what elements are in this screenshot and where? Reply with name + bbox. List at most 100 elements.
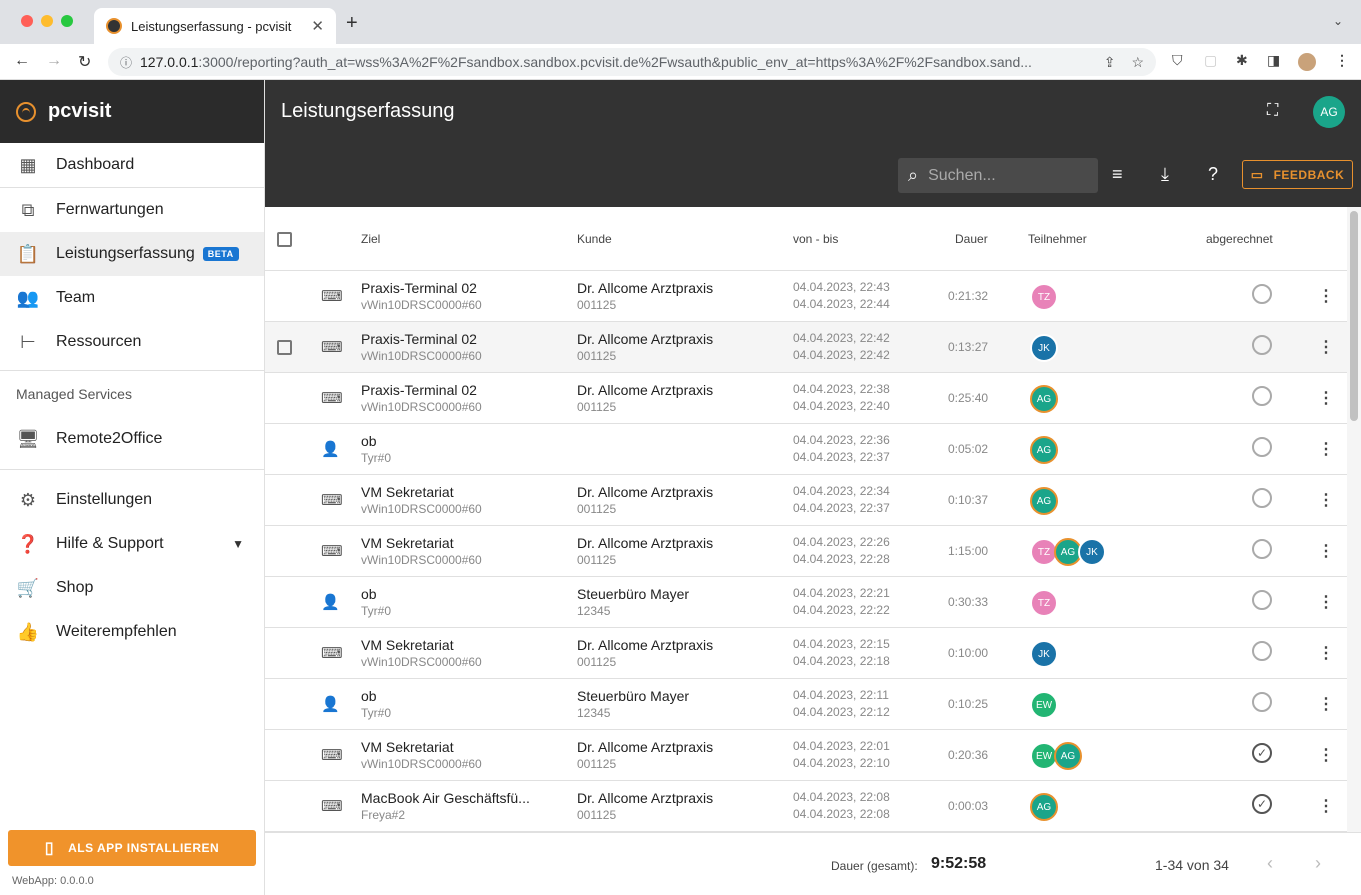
close-window-button[interactable]	[21, 15, 33, 27]
next-page-icon[interactable]: ›	[1315, 853, 1321, 874]
customer-name: Steuerbüro Mayer	[577, 586, 690, 602]
browser-menu-icon[interactable]: ⋮	[1335, 52, 1349, 69]
more-vert-icon[interactable]: ⋮	[1318, 541, 1334, 561]
unbilled-circle-icon[interactable]	[1252, 386, 1272, 406]
maximize-window-button[interactable]	[61, 15, 73, 27]
sidebar-item-leistungserfassung[interactable]: 📋 Leistungserfassung BETA	[0, 232, 264, 276]
more-vert-icon[interactable]: ⋮	[1318, 592, 1334, 612]
col-teilnehmer[interactable]: Teilnehmer	[1028, 232, 1087, 246]
install-app-icon: ▯	[44, 840, 55, 857]
profile-avatar[interactable]	[1298, 53, 1316, 71]
table-row[interactable]: 👤 ob Tyr#0 04.04.2023, 22:36 04.04.2023, 22:…	[265, 424, 1347, 475]
participant-avatar: AG	[1030, 436, 1058, 464]
unbilled-circle-icon[interactable]	[1252, 692, 1272, 712]
help-circle-icon[interactable]: ?	[1208, 164, 1218, 185]
filter-icon[interactable]: ≡	[1112, 164, 1123, 185]
prev-page-icon[interactable]: ‹	[1267, 853, 1273, 874]
sidebar-item-ressourcen[interactable]: ⊢ Ressourcen	[0, 320, 264, 364]
unbilled-circle-icon[interactable]	[1252, 335, 1272, 355]
table-row[interactable]: ⌨ MacBook Air Geschäftsfü... Freya#2 Dr. Al…	[265, 781, 1347, 832]
feedback-button[interactable]: ▭ FEEDBACK	[1242, 160, 1353, 189]
select-all-checkbox[interactable]	[277, 232, 292, 247]
install-app-button[interactable]: ▯ ALS APP INSTALLIEREN	[8, 830, 256, 866]
monitor-icon: 🖥	[16, 428, 40, 449]
col-dauer[interactable]: Dauer	[955, 232, 988, 246]
unbilled-circle-icon[interactable]	[1252, 539, 1272, 559]
sidebar-item-remote2office[interactable]: 🖥 Remote2Office	[0, 417, 264, 461]
unbilled-circle-icon[interactable]	[1252, 284, 1272, 304]
browser-tab[interactable]: Leistungserfassung - pcvisit ✕	[94, 8, 336, 44]
col-ziel[interactable]: Ziel	[361, 232, 380, 246]
table-row[interactable]: ⌨ VM Sekretariat vWin10DRSC0000#60 Dr. Allc…	[265, 730, 1347, 781]
unbilled-circle-icon[interactable]	[1252, 488, 1272, 508]
fullscreen-icon[interactable]: ⛶	[1267, 102, 1285, 120]
table-row[interactable]: ⌨ Praxis-Terminal 02 vWin10DRSC0000#60 Dr. …	[265, 322, 1347, 373]
customer-number: 001125	[577, 502, 617, 516]
forward-icon[interactable]: →	[46, 52, 62, 70]
more-vert-icon[interactable]: ⋮	[1318, 643, 1334, 663]
more-vert-icon[interactable]: ⋮	[1318, 388, 1334, 408]
billed-check-icon[interactable]: ✓	[1252, 794, 1272, 814]
table-row[interactable]: ⌨ VM Sekretariat vWin10DRSC0000#60 Dr. Allc…	[265, 628, 1347, 679]
shield-extension-icon[interactable]: ⛉	[1172, 52, 1183, 69]
billed-check-icon[interactable]: ✓	[1252, 743, 1272, 763]
sidepanel-icon[interactable]: ◨	[1267, 52, 1280, 69]
col-abgerechnet[interactable]: abgerechnet	[1206, 232, 1273, 246]
more-vert-icon[interactable]: ⋮	[1318, 286, 1334, 306]
puzzle-icon[interactable]: ✱	[1236, 52, 1248, 69]
sidebar-item-team[interactable]: 👥 Team	[0, 276, 264, 320]
new-tab-button[interactable]: +	[346, 12, 358, 35]
sidebar-item-label: Shop	[56, 579, 94, 596]
time-to: 04.04.2023, 22:18	[793, 654, 890, 668]
tab-search-icon[interactable]: ⌄	[1333, 14, 1343, 28]
laptop-icon: ⌨	[321, 288, 343, 305]
sidebar-item-fernwartungen[interactable]: ⧉ Fernwartungen	[0, 188, 264, 232]
reporting-table: Ziel Kunde von - bis Dauer Teilnehmer ab…	[265, 207, 1347, 832]
user-avatar[interactable]: AG	[1313, 96, 1345, 128]
unbilled-circle-icon[interactable]	[1252, 437, 1272, 457]
sidebar-item-label: Leistungserfassung	[56, 245, 195, 262]
target-id: vWin10DRSC0000#60	[361, 553, 482, 567]
tab-close-icon[interactable]: ✕	[311, 17, 324, 35]
sidebar-item-weiterempfehlen[interactable]: 👍 Weiterempfehlen	[0, 610, 264, 654]
col-kunde[interactable]: Kunde	[577, 232, 612, 246]
person-icon: 👤	[321, 441, 340, 458]
site-info-icon[interactable]: ⓘ	[120, 54, 132, 71]
more-vert-icon[interactable]: ⋮	[1318, 694, 1334, 714]
reload-icon[interactable]: ↻	[78, 52, 91, 72]
bookmark-star-icon[interactable]: ☆	[1131, 54, 1144, 71]
extension-icon[interactable]: ▢	[1204, 52, 1217, 69]
section-label: Managed Services	[16, 386, 132, 402]
table-row[interactable]: 👤 ob Tyr#0 Steuerbüro Mayer 12345 04.04.2023,…	[265, 577, 1347, 628]
scrollbar-thumb[interactable]	[1350, 211, 1358, 421]
sidebar-item-shop[interactable]: 🛒 Shop	[0, 566, 264, 610]
brand[interactable]: pcvisit	[0, 80, 264, 143]
more-vert-icon[interactable]: ⋮	[1318, 745, 1334, 765]
col-zeit[interactable]: von - bis	[793, 232, 838, 246]
back-icon[interactable]: ←	[14, 52, 30, 70]
table-row[interactable]: ⌨ VM Sekretariat vWin10DRSC0000#60 Dr. Allc…	[265, 475, 1347, 526]
sidebar-item-dashboard[interactable]: ▦ Dashboard	[0, 143, 264, 187]
table-row[interactable]: ⌨ Praxis-Terminal 02 vWin10DRSC0000#60 Dr. …	[265, 271, 1347, 322]
row-checkbox[interactable]	[277, 340, 292, 355]
address-bar[interactable]: ⓘ 127.0.0.1:3000/reporting?auth_at=wss%3…	[108, 48, 1156, 76]
feedback-label: FEEDBACK	[1273, 167, 1345, 182]
sidebar-item-einstellungen[interactable]: ⚙ Einstellungen	[0, 478, 264, 522]
chevron-down-icon[interactable]: ▼	[232, 537, 244, 551]
more-vert-icon[interactable]: ⋮	[1318, 439, 1334, 459]
more-vert-icon[interactable]: ⋮	[1318, 337, 1334, 357]
unbilled-circle-icon[interactable]	[1252, 641, 1272, 661]
unbilled-circle-icon[interactable]	[1252, 590, 1272, 610]
table-row[interactable]: ⌨ Praxis-Terminal 02 vWin10DRSC0000#60 Dr. …	[265, 373, 1347, 424]
minimize-window-button[interactable]	[41, 15, 53, 27]
share-icon[interactable]: ⇪	[1104, 54, 1116, 71]
more-vert-icon[interactable]: ⋮	[1318, 490, 1334, 510]
search-input[interactable]	[928, 166, 1069, 185]
download-icon[interactable]: ⤓	[1161, 164, 1169, 185]
sidebar-item-hilfe[interactable]: ❓ Hilfe & Support ▼	[0, 522, 264, 566]
search-box[interactable]: ⌕	[898, 158, 1098, 193]
more-vert-icon[interactable]: ⋮	[1318, 796, 1334, 816]
table-row[interactable]: 👤 ob Tyr#0 Steuerbüro Mayer 12345 04.04.2023,…	[265, 679, 1347, 730]
scrollbar[interactable]	[1347, 207, 1361, 832]
table-row[interactable]: ⌨ VM Sekretariat vWin10DRSC0000#60 Dr. Allc…	[265, 526, 1347, 577]
